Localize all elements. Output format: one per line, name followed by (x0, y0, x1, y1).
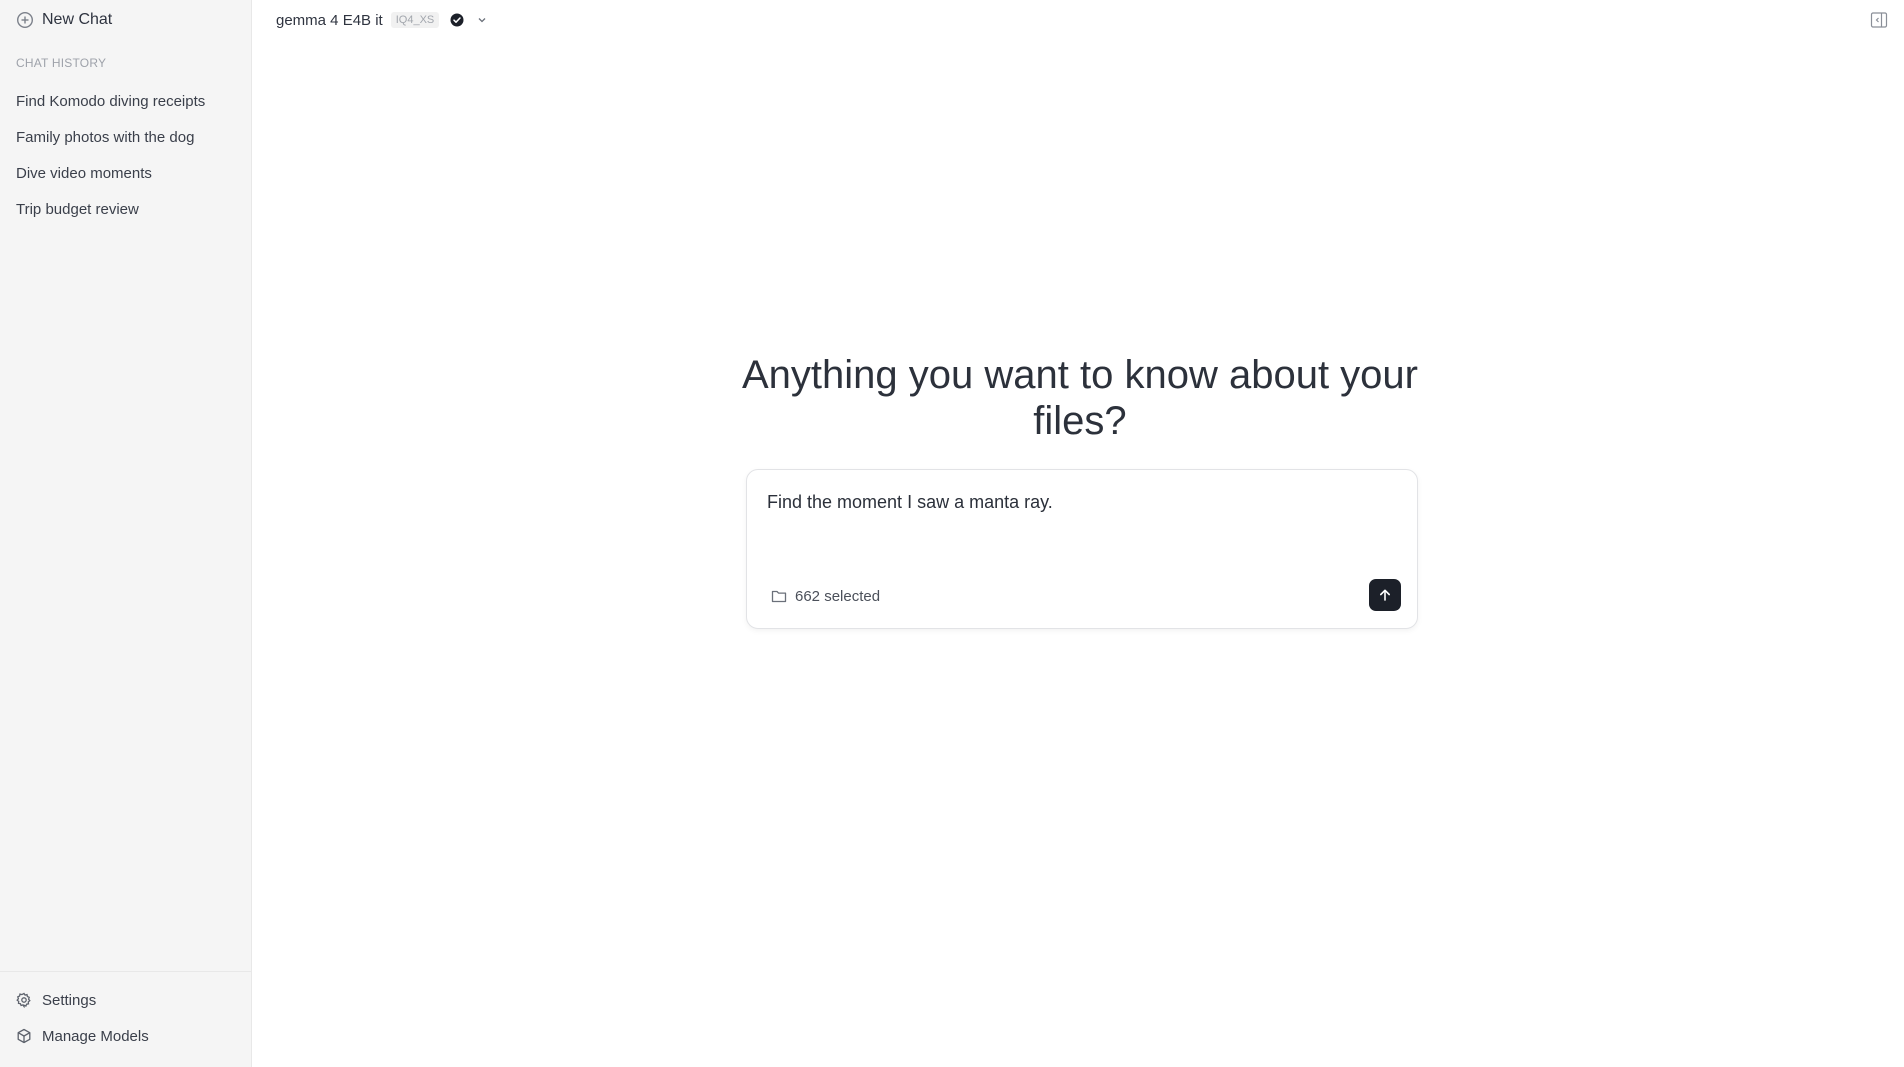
sidebar-footer: Settings Manage Models (0, 971, 252, 1067)
chat-history-item-label: Family photos with the dog (16, 128, 195, 146)
chat-history-item-label: Trip budget review (16, 200, 139, 218)
chat-input[interactable]: Find the moment I saw a manta ray. (767, 492, 1387, 513)
chat-history-item[interactable]: Family photos with the dog (0, 119, 252, 155)
chat-history-item[interactable]: Dive video moments (0, 155, 252, 191)
sidebar: New Chat CHAT HISTORY Find Komodo diving… (0, 0, 252, 1067)
manage-models-label: Manage Models (42, 1027, 149, 1045)
gear-icon (16, 992, 32, 1008)
send-button[interactable] (1369, 579, 1401, 611)
page-title: Anything you want to know about your fil… (742, 353, 1418, 443)
chevron-down-icon[interactable] (476, 14, 488, 26)
new-chat-label: New Chat (42, 11, 113, 28)
chat-history-heading: CHAT HISTORY (16, 56, 107, 70)
chat-history-item[interactable]: Trip budget review (0, 191, 252, 227)
model-selector[interactable]: gemma 4 E4B it IQ4_XS (276, 10, 488, 30)
chat-history-item[interactable]: Find Komodo diving receipts (0, 83, 252, 119)
file-count-label: 662 selected (795, 587, 881, 605)
chat-composer: Find the moment I saw a manta ray. 662 s… (746, 469, 1418, 629)
chat-history-item-label: Dive video moments (16, 164, 152, 182)
folder-icon (771, 588, 787, 604)
check-badge-icon (450, 13, 464, 27)
chat-history-list: Find Komodo diving receipts Family photo… (0, 83, 252, 227)
plus-circle-icon (16, 11, 34, 29)
sidebar-toggle-icon[interactable] (1870, 11, 1888, 29)
manage-models-button[interactable]: Manage Models (16, 1025, 149, 1047)
model-name: gemma 4 E4B it (276, 11, 383, 29)
file-selection-button[interactable]: 662 selected (771, 586, 880, 606)
chat-history-item-label: Find Komodo diving receipts (16, 92, 206, 110)
arrow-up-icon (1377, 587, 1393, 603)
new-chat-button[interactable]: New Chat (16, 9, 112, 31)
cube-icon (16, 1028, 32, 1044)
model-quant-badge: IQ4_XS (390, 12, 440, 28)
settings-button[interactable]: Settings (16, 989, 96, 1011)
settings-label: Settings (42, 991, 97, 1009)
